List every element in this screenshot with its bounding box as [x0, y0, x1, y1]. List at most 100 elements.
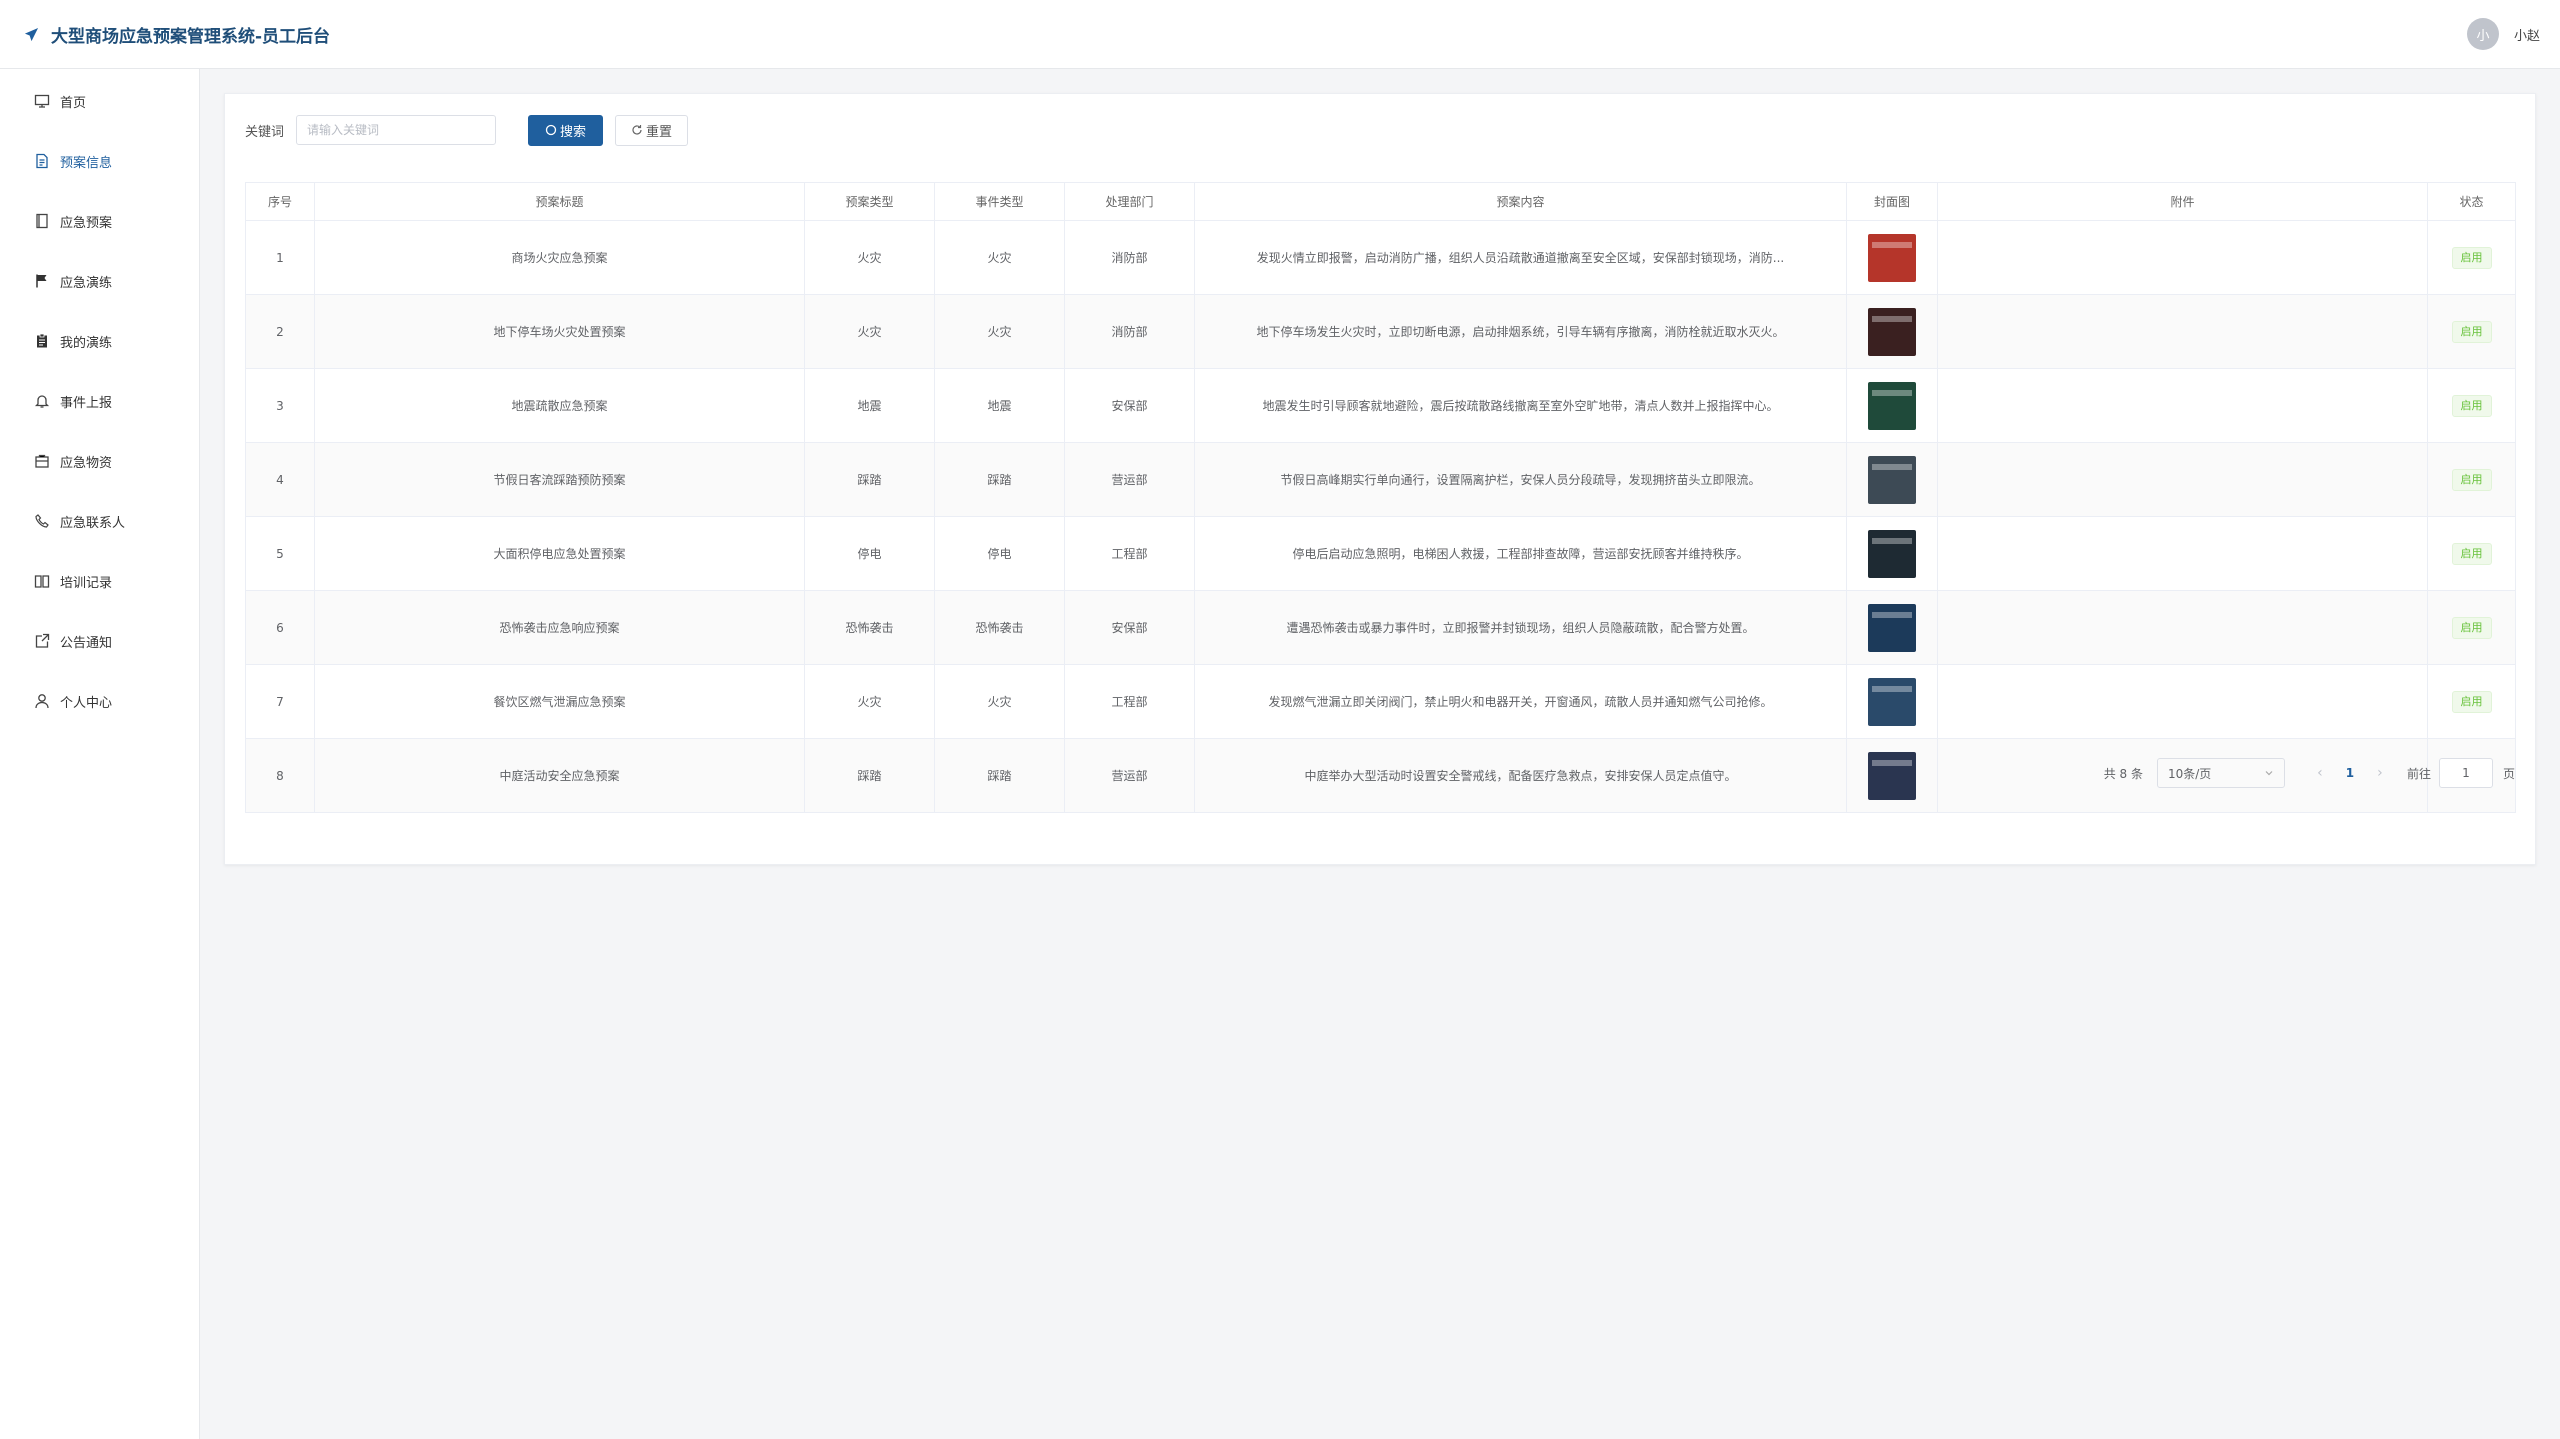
sidebar-item-label: 应急预案: [60, 215, 113, 231]
cell-dept: 营运部: [1064, 442, 1195, 517]
cell-status: 启用: [2427, 590, 2516, 665]
cell-cover: [1846, 220, 1938, 295]
document-icon: [36, 153, 48, 169]
book-icon: [36, 213, 48, 229]
cell-attachment: [1937, 368, 2428, 443]
goto-page-input[interactable]: [2438, 758, 2493, 788]
cell-cover: [1846, 442, 1938, 517]
cell-no: 5: [245, 516, 315, 591]
brand[interactable]: 大型商场应急预案管理系统-员工后台: [24, 22, 330, 47]
cell-plan-type: 火灾: [804, 294, 935, 369]
sidebar-item-training[interactable]: 培训记录: [0, 561, 199, 601]
cover-thumbnail[interactable]: [1868, 751, 1916, 800]
chevron-down-icon: [2265, 771, 2273, 776]
cover-thumbnail-detail: [1872, 759, 1912, 766]
sidebar-item-supplies[interactable]: 应急物资: [0, 441, 199, 481]
cell-plan-type: 踩踏: [804, 738, 935, 813]
cell-attachment: [1937, 516, 2428, 591]
cover-thumbnail-detail: [1872, 463, 1912, 470]
cover-thumbnail[interactable]: [1868, 529, 1916, 578]
status-badge: 启用: [2451, 394, 2492, 417]
cell-no: 4: [245, 442, 315, 517]
goto-label: 前往: [2406, 766, 2431, 781]
sidebar: 首页 预案信息 应急预案 应急演练 我的演练 事件上报 应急物资 应急联系人 培…: [0, 69, 200, 1439]
sidebar-item-label: 个人中心: [60, 695, 113, 711]
cell-cover: [1846, 738, 1938, 813]
sidebar-item-contacts[interactable]: 应急联系人: [0, 501, 199, 541]
cell-content: 遭遇恐怖袭击或暴力事件时，立即报警并封锁现场，组织人员隐蔽疏散，配合警方处置。: [1194, 590, 1847, 665]
cell-status: 启用: [2427, 368, 2516, 443]
cover-thumbnail-detail: [1872, 389, 1912, 396]
cover-thumbnail[interactable]: [1868, 307, 1916, 356]
avatar[interactable]: 小: [2466, 18, 2499, 50]
monitor-icon: [34, 94, 50, 108]
table-row: 5 大面积停电应急处置预案 停电 停电 工程部 停电后启动应急照明，电梯困人救援，工程部排…: [245, 516, 2516, 591]
page-size-select[interactable]: 10条/页: [2156, 758, 2285, 788]
prev-page-button[interactable]: ‹: [2305, 765, 2335, 781]
cell-cover: [1846, 368, 1938, 443]
cell-content: 停电后启动应急照明，电梯困人救援，工程部排查故障，营运部安抚顾客并维持秩序。: [1194, 516, 1847, 591]
cover-thumbnail[interactable]: [1868, 381, 1916, 430]
keyword-input[interactable]: [296, 115, 497, 145]
cell-cover: [1846, 294, 1938, 369]
page-size-value: 10条/页: [2167, 766, 2212, 781]
cell-title: 餐饮区燃气泄漏应急预案: [314, 664, 805, 739]
sidebar-item-plan-info[interactable]: 预案信息: [0, 141, 199, 181]
sidebar-item-label: 我的演练: [60, 335, 113, 351]
table-header-row: 序号 预案标题 预案类型 事件类型 处理部门 预案内容 封面图 附件 状态: [245, 182, 2516, 221]
table-row: 1 商场火灾应急预案 火灾 火灾 消防部 发现火情立即报警，启动消防广播，组织人员沿疏散通…: [245, 220, 2516, 295]
cell-event-type: 火灾: [934, 294, 1065, 369]
content-card: 关键词 搜索 重置 序号 预案标题 预案类型 事件类型 处理部门 预案内容 封面…: [224, 93, 2536, 865]
user-menu[interactable]: 小 小赵: [2466, 18, 2540, 50]
sidebar-item-notice[interactable]: 公告通知: [0, 621, 199, 661]
cell-event-type: 踩踏: [934, 442, 1065, 517]
pagination: 共 8 条 10条/页 ‹ 1 › 前往 页: [2104, 757, 2515, 789]
table-row: 6 恐怖袭击应急响应预案 恐怖袭击 恐怖袭击 安保部 遭遇恐怖袭击或暴力事件时，立即报警并…: [245, 590, 2516, 665]
cell-title: 中庭活动安全应急预案: [314, 738, 805, 813]
cover-thumbnail[interactable]: [1868, 233, 1916, 282]
column-header-no: 序号: [245, 182, 315, 221]
box-icon: [35, 454, 49, 468]
status-badge: 启用: [2451, 320, 2492, 343]
cover-thumbnail-detail: [1872, 537, 1912, 544]
next-page-button[interactable]: ›: [2365, 765, 2395, 781]
page-unit-label: 页: [2502, 766, 2515, 781]
cell-dept: 消防部: [1064, 220, 1195, 295]
cell-status: 启用: [2427, 516, 2516, 591]
cell-plan-type: 火灾: [804, 664, 935, 739]
cell-dept: 安保部: [1064, 368, 1195, 443]
username[interactable]: 小赵: [2514, 25, 2540, 44]
cell-dept: 工程部: [1064, 664, 1195, 739]
sidebar-item-drill[interactable]: 应急演练: [0, 261, 199, 301]
cell-title: 节假日客流踩踏预防预案: [314, 442, 805, 517]
sidebar-item-home[interactable]: 首页: [0, 81, 199, 121]
cover-thumbnail[interactable]: [1868, 677, 1916, 726]
top-header: 大型商场应急预案管理系统-员工后台 小 小赵: [0, 0, 2560, 69]
status-badge: 启用: [2451, 246, 2492, 269]
cell-event-type: 恐怖袭击: [934, 590, 1065, 665]
column-header-title: 预案标题: [314, 182, 805, 221]
cell-status: 启用: [2427, 220, 2516, 295]
cell-no: 7: [245, 664, 315, 739]
table-row: 3 地震疏散应急预案 地震 地震 安保部 地震发生时引导顾客就地避险，震后按疏散路线撤离至…: [245, 368, 2516, 443]
search-button[interactable]: 搜索: [528, 114, 604, 146]
sidebar-item-event-report[interactable]: 事件上报: [0, 381, 199, 421]
column-header-status: 状态: [2427, 182, 2516, 221]
cell-title: 大面积停电应急处置预案: [314, 516, 805, 591]
reset-button[interactable]: 重置: [615, 114, 689, 146]
cell-cover: [1846, 516, 1938, 591]
cover-thumbnail[interactable]: [1868, 455, 1916, 504]
sidebar-item-emergency-plan[interactable]: 应急预案: [0, 201, 199, 241]
column-header-cover: 封面图: [1846, 182, 1938, 221]
cell-content: 中庭举办大型活动时设置安全警戒线，配备医疗急救点，安排安保人员定点值守。: [1194, 738, 1847, 813]
cell-dept: 工程部: [1064, 516, 1195, 591]
sidebar-item-profile[interactable]: 个人中心: [0, 681, 199, 721]
total-count: 共 8 条: [2103, 766, 2143, 781]
sidebar-item-my-drill[interactable]: 我的演练: [0, 321, 199, 361]
cell-title: 地下停车场火灾处置预案: [314, 294, 805, 369]
cell-dept: 安保部: [1064, 590, 1195, 665]
page-number-current[interactable]: 1: [2335, 766, 2365, 780]
cover-thumbnail[interactable]: [1868, 603, 1916, 652]
cell-event-type: 火灾: [934, 220, 1065, 295]
open-book-icon: [34, 575, 50, 588]
